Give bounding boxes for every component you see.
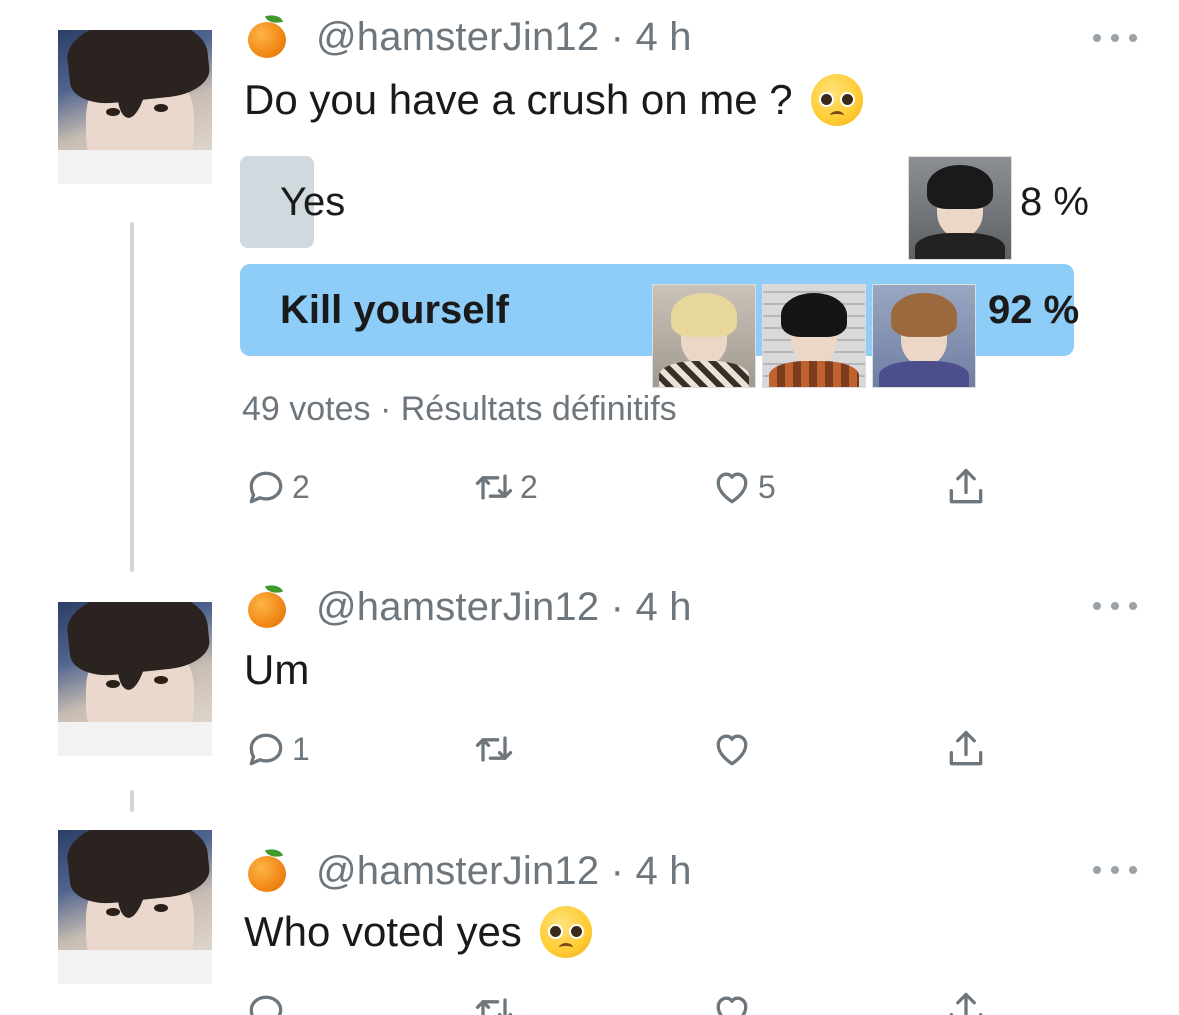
more-options-icon[interactable]: [1093, 864, 1137, 876]
poll-option-label: Kill yourself: [280, 287, 509, 332]
share-icon: [949, 730, 983, 766]
timestamp[interactable]: 4 h: [635, 585, 691, 630]
thread-line: [130, 222, 134, 572]
heart-icon: [716, 996, 748, 1015]
retweet-icon: [475, 736, 513, 762]
reply-button[interactable]: [244, 986, 292, 1015]
timestamp[interactable]: 4 h: [635, 849, 691, 894]
retweet-icon: [475, 474, 513, 500]
reply-count: 1: [292, 730, 310, 767]
user-handle[interactable]: @hamsterJin12: [316, 849, 599, 894]
pleading-face-icon: [810, 74, 863, 126]
more-options-icon[interactable]: [1093, 600, 1137, 612]
voter-photo: [652, 284, 756, 388]
more-options-icon[interactable]: [1093, 32, 1137, 44]
tweet-header: @hamsterJin12 · 4 h: [244, 12, 692, 60]
separator-dot: ·: [599, 584, 636, 629]
tweet-text-content: Do you have a crush on me ?: [244, 76, 793, 123]
reply-button[interactable]: 2: [244, 462, 310, 512]
voter-photo: [762, 284, 866, 388]
share-icon: [949, 992, 983, 1015]
retweet-button[interactable]: [472, 724, 520, 774]
tweet-header: @hamsterJin12 · 4 h: [244, 846, 692, 894]
separator-dot: ·: [599, 848, 636, 893]
tweet-header: @hamsterJin12 · 4 h: [244, 582, 692, 630]
user-handle[interactable]: @hamsterJin12: [316, 15, 599, 60]
pleading-face-icon: [539, 906, 592, 958]
like-button[interactable]: [710, 724, 758, 774]
voter-photo: [872, 284, 976, 388]
orange-emoji-icon: [244, 846, 290, 894]
thread-line: [130, 790, 134, 812]
reply-icon: [249, 995, 283, 1015]
share-button[interactable]: [944, 986, 992, 1015]
voter-photo: [908, 156, 1012, 260]
heart-icon: [716, 734, 748, 766]
poll-option-percent: 8 %: [1020, 179, 1089, 224]
reply-count: 2: [292, 468, 310, 505]
tweet-text: Who voted yes: [244, 904, 592, 960]
tweet-actions: 2 2 5: [244, 462, 1004, 512]
like-button[interactable]: 5: [710, 462, 776, 512]
tweet-actions: 1: [244, 724, 1004, 774]
avatar[interactable]: [58, 602, 212, 756]
retweet-icon: [475, 998, 513, 1015]
avatar[interactable]: [58, 30, 212, 184]
heart-icon: [716, 472, 748, 504]
retweet-count: 2: [520, 468, 538, 505]
reply-button[interactable]: 1: [244, 724, 310, 774]
poll-option-label: Yes: [280, 179, 346, 224]
retweet-button[interactable]: 2: [472, 462, 538, 512]
tweet-actions: [244, 986, 1004, 1015]
retweet-button[interactable]: [472, 986, 520, 1015]
tweet-text: Um: [244, 642, 309, 698]
tweet-text-content: Who voted yes: [244, 908, 522, 955]
orange-emoji-icon: [244, 582, 290, 630]
separator-dot: ·: [599, 14, 636, 59]
like-count: 5: [758, 468, 776, 505]
avatar[interactable]: [58, 830, 212, 984]
share-icon: [949, 468, 983, 504]
share-button[interactable]: [944, 462, 992, 512]
tweet-text-content: Um: [244, 646, 310, 693]
like-button[interactable]: [710, 986, 758, 1015]
poll-option-percent: 92 %: [988, 287, 1080, 332]
reply-icon: [249, 471, 283, 504]
reply-icon: [249, 733, 283, 766]
poll-results-meta: 49 votes · Résultats définitifs: [242, 390, 677, 428]
timestamp[interactable]: 4 h: [635, 15, 691, 60]
orange-emoji-icon: [244, 12, 290, 60]
tweet-text: Do you have a crush on me ?: [244, 72, 863, 128]
user-handle[interactable]: @hamsterJin12: [316, 585, 599, 630]
share-button[interactable]: [944, 724, 992, 774]
